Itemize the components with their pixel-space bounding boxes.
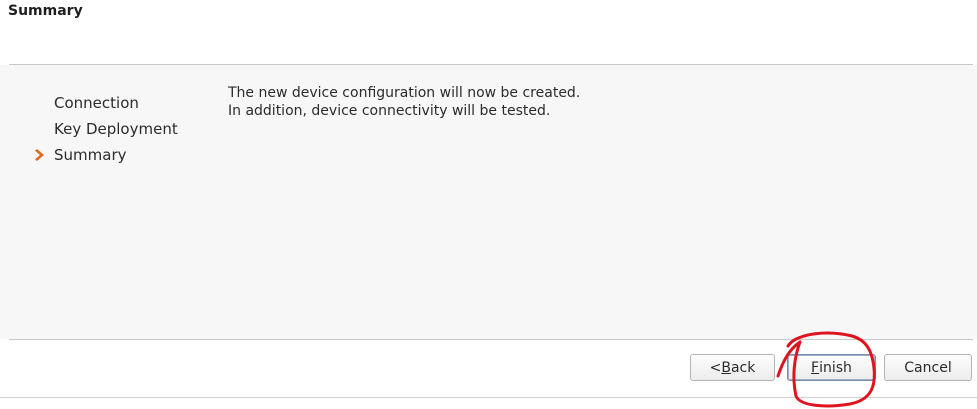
step-item-key-deployment: Key Deployment xyxy=(34,119,178,145)
chevron-right-icon xyxy=(35,149,44,161)
wizard-header: Summary xyxy=(0,0,977,60)
window-bottom-edge xyxy=(0,397,977,398)
back-button-rest: ack xyxy=(730,359,756,376)
step-item-summary: Summary xyxy=(34,145,178,171)
cancel-button-label: Cancel xyxy=(904,359,952,376)
summary-message-line-1: The new device configuration will now be… xyxy=(228,85,581,101)
page-title: Summary xyxy=(8,3,83,19)
step-label: Connection xyxy=(54,94,139,112)
step-label: Key Deployment xyxy=(54,120,178,138)
step-label: Summary xyxy=(54,146,127,164)
finish-button-mnemonic: F xyxy=(811,359,820,376)
back-button[interactable]: < Back xyxy=(690,354,775,381)
step-item-connection: Connection xyxy=(34,93,178,119)
back-button-prefix: < xyxy=(709,359,722,376)
cancel-button[interactable]: Cancel xyxy=(884,354,972,381)
finish-button-rest: inish xyxy=(819,359,852,376)
summary-message-line-2: In addition, device connectivity will be… xyxy=(228,103,551,119)
back-button-mnemonic: B xyxy=(721,359,731,376)
wizard-content: Connection Key Deployment Summary The ne… xyxy=(0,65,977,339)
wizard-steps-list: Connection Key Deployment Summary xyxy=(34,93,178,171)
finish-button[interactable]: Finish xyxy=(787,354,876,381)
summary-message: The new device configuration will now be… xyxy=(228,84,580,120)
